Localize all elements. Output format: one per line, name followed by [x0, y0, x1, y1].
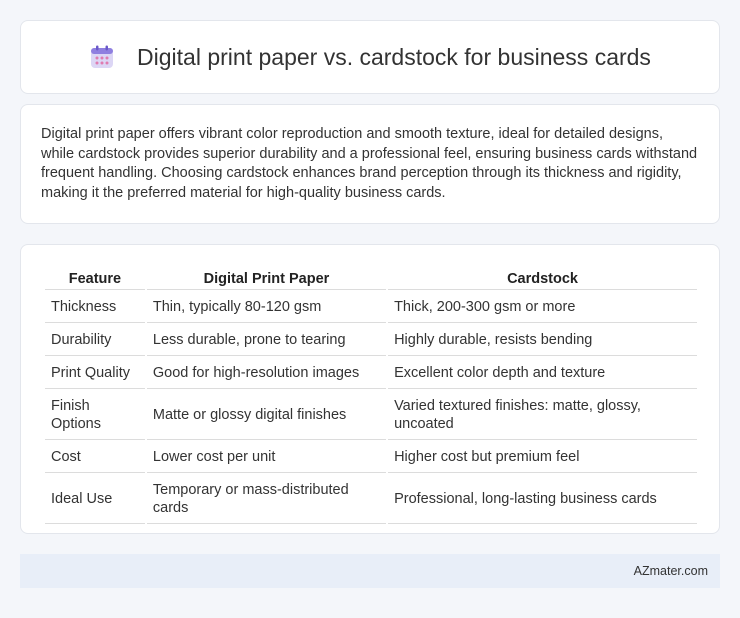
table-row: Finish Options Matte or glossy digital f… [45, 391, 697, 440]
cell-cardstock: Higher cost but premium feel [388, 442, 697, 473]
summary-text: Digital print paper offers vibrant color… [41, 126, 698, 201]
header-feature: Feature [45, 267, 145, 290]
cell-feature: Thickness [45, 292, 145, 323]
cell-digital: Good for high-resolution images [146, 358, 387, 389]
cell-cardstock: Varied textured finishes: matte, glossy,… [388, 391, 697, 440]
cell-digital: Temporary or mass-distributed cards [146, 475, 387, 524]
cell-feature: Durability [45, 325, 145, 356]
table-header-row: Feature Digital Print Paper Cardstock [45, 267, 697, 290]
calendar-icon [89, 44, 115, 70]
comparison-table: Feature Digital Print Paper Cardstock Th… [43, 265, 699, 526]
summary-card: Digital print paper offers vibrant color… [20, 104, 720, 224]
page-title: Digital print paper vs. cardstock for bu… [137, 43, 651, 70]
cell-digital: Thin, typically 80-120 gsm [146, 292, 387, 323]
header-cardstock: Cardstock [388, 267, 697, 290]
table-row: Cost Lower cost per unit Higher cost but… [45, 442, 697, 473]
cell-feature: Print Quality [45, 358, 145, 389]
cell-feature: Ideal Use [45, 475, 145, 524]
cell-digital: Lower cost per unit [146, 442, 387, 473]
cell-digital: Less durable, prone to tearing [146, 325, 387, 356]
cell-cardstock: Professional, long-lasting business card… [388, 475, 697, 524]
table-row: Print Quality Good for high-resolution i… [45, 358, 697, 389]
cell-feature: Cost [45, 442, 145, 473]
footer: AZmater.com [20, 554, 720, 588]
table-row: Durability Less durable, prone to tearin… [45, 325, 697, 356]
table-row: Thickness Thin, typically 80-120 gsm Thi… [45, 292, 697, 323]
cell-cardstock: Highly durable, resists bending [388, 325, 697, 356]
cell-cardstock: Thick, 200-300 gsm or more [388, 292, 697, 323]
cell-feature: Finish Options [45, 391, 145, 440]
comparison-table-card: Feature Digital Print Paper Cardstock Th… [20, 244, 720, 534]
title-card: Digital print paper vs. cardstock for bu… [20, 20, 720, 94]
cell-cardstock: Excellent color depth and texture [388, 358, 697, 389]
cell-digital: Matte or glossy digital finishes [146, 391, 387, 440]
table-row: Ideal Use Temporary or mass-distributed … [45, 475, 697, 524]
header-digital-print-paper: Digital Print Paper [146, 267, 387, 290]
footer-site-link[interactable]: AZmater.com [634, 564, 708, 578]
